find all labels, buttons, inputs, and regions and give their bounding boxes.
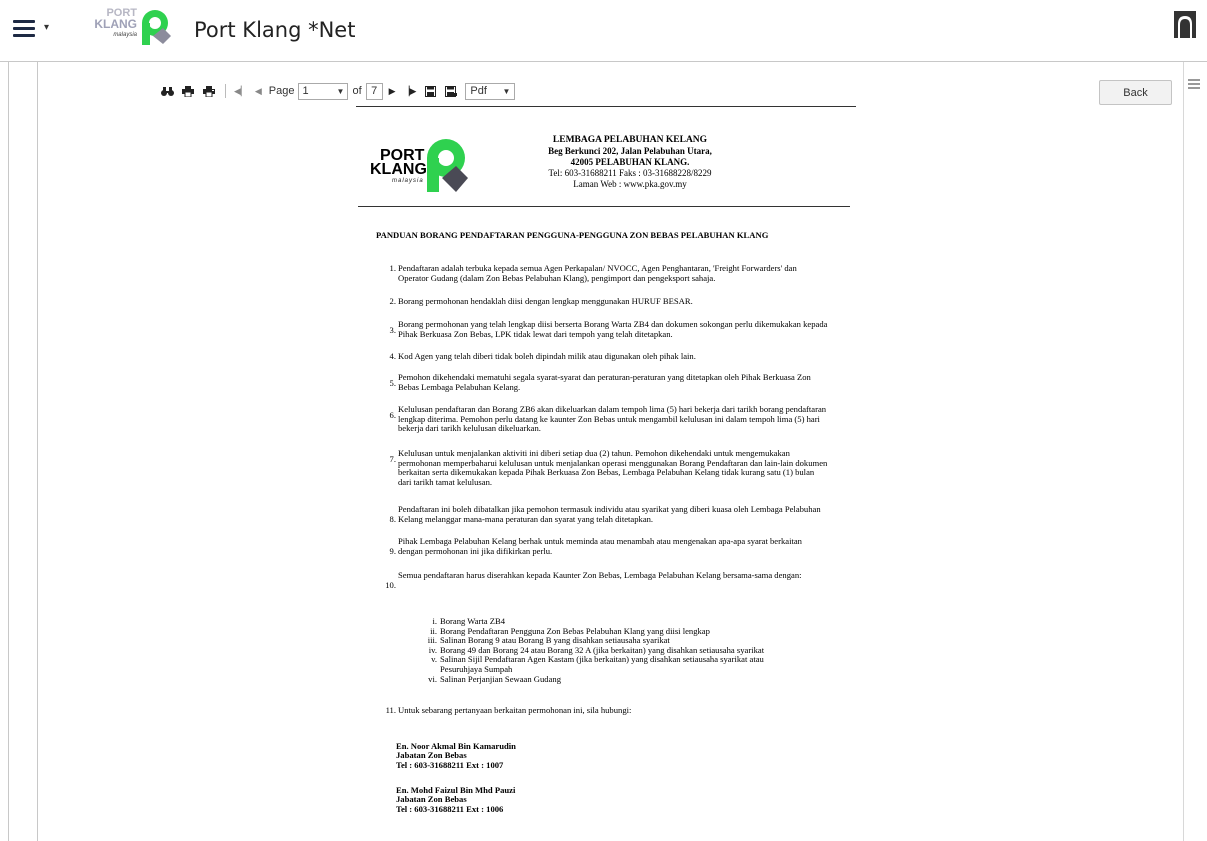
item-text: Borang permohonan yang telah lengkap dii… [398, 319, 828, 339]
contact-block: En. Noor Akmal Bin Kamarudin Jabatan Zon… [396, 741, 516, 770]
dropdown-caret-icon[interactable]: ▾ [44, 22, 49, 33]
total-pages: 7 [365, 82, 383, 100]
content-left-border [8, 62, 9, 841]
sublist-number: i. [432, 616, 437, 626]
item-text: Kod Agen yang telah diberi tidak boleh d… [398, 351, 696, 361]
top-header: ▾ PORT KLANG malaysia Port Klang *Net [0, 0, 1207, 62]
chevron-down-icon: ▼ [502, 86, 511, 96]
item-number: 9. [389, 546, 396, 556]
app-root: ▾ PORT KLANG malaysia Port Klang *Net ◀▏… [0, 0, 1207, 841]
item-number: 2. [389, 296, 396, 306]
letterhead-web: Laman Web : www.pka.gov.my [573, 179, 687, 189]
letterhead-tel: Tel: 603-31688211 Faks : 03-31688228/822… [548, 168, 712, 178]
toolbar-separator [225, 84, 226, 98]
item-number: 1. [389, 263, 396, 273]
last-page-icon[interactable]: ▕▶ [403, 86, 417, 97]
print-icon[interactable] [181, 84, 195, 98]
item-number: 7. [389, 454, 396, 464]
contact-phone: Tel : 603-31688211 Ext : 1007 [396, 759, 504, 770]
save-icon[interactable] [444, 84, 458, 98]
export-format-value: Pdf [470, 85, 487, 97]
sublist-text: Borang Warta ZB4 [440, 616, 506, 626]
export-format-select[interactable]: Pdf ▼ [465, 82, 516, 100]
page-number-select[interactable]: 1 ▼ [298, 82, 349, 100]
contact-block: En. Mohd Faizul Bin Mhd Pauzi Jabatan Zo… [396, 785, 515, 814]
letterhead-address-1: Beg Berkunci 202, Jalan Pelabuhan Utara, [548, 146, 712, 156]
sublist-number: v. [431, 654, 437, 665]
of-label: of [352, 85, 362, 97]
item-text: Pendaftaran adalah terbuka kepada semua … [398, 263, 797, 283]
chevron-down-icon: ▼ [336, 86, 345, 96]
item-text: Pemohon dikehendaki mematuhi segala syar… [398, 372, 811, 392]
sublist-text: Borang Pendaftaran Pengguna Zon Bebas Pe… [440, 625, 710, 636]
side-menu-icon[interactable] [1188, 79, 1200, 89]
print-layout-icon[interactable] [202, 84, 216, 98]
sublist-text: Borang 49 dan Borang 24 atau Borang 32 A… [440, 644, 765, 655]
document-top-rule [356, 106, 856, 107]
sublist: i. Borang Warta ZB4 ii. Borang Pendaftaran… [428, 616, 765, 685]
item-number: 5. [389, 378, 396, 388]
next-page-icon[interactable]: ▶ [389, 86, 396, 97]
item-number: 11. [385, 705, 396, 715]
document-logo: PORT KLANG malaysia [368, 136, 468, 196]
item-text: Semua pendaftaran harus diserahkan kepad… [398, 570, 802, 580]
report-toolbar: ◀▏ ◀ Page 1 ▼ of 7 ▶ ▕▶ Pdf ▼ [160, 81, 516, 101]
item-number: 6. [389, 410, 396, 420]
right-rail-divider [1183, 62, 1184, 841]
back-button[interactable]: Back [1099, 80, 1172, 105]
letterhead-divider [358, 206, 850, 207]
page-label: Page [268, 85, 295, 97]
item-text: Pihak Lembaga Pelabuhan Kelang berhak un… [398, 536, 802, 556]
sublist-text: Salinan Borang 9 atau Borang B yang disa… [440, 635, 670, 646]
document-heading: PANDUAN BORANG PENDAFTARAN PENGGUNA-PENG… [376, 230, 769, 240]
item-number: 4. [389, 351, 396, 361]
item-text: Pendaftaran ini boleh dibatalkan jika pe… [398, 504, 821, 524]
logo-text-klang: KLANG [94, 17, 137, 31]
letterhead-org: LEMBAGA PELABUHAN KELANG [552, 135, 708, 145]
item-text: Borang permohonan hendaklah diisi dengan… [398, 296, 693, 306]
item-text: Kelulusan pendaftaran dan Borang ZB6 aka… [398, 404, 827, 434]
export-icon[interactable] [423, 84, 437, 98]
app-logo: PORT KLANG malaysia [87, 8, 175, 52]
sublist-text: Salinan Sijil Pendaftaran Agen Kastam (j… [440, 654, 764, 665]
app-title: Port Klang *Net [194, 18, 356, 42]
contact-phone: Tel : 603-31688211 Ext : 1006 [396, 803, 504, 814]
content-inner-border [37, 62, 38, 841]
letterhead-address-2: 42005 PELABUHAN KLANG. [570, 157, 690, 167]
item-number: 8. [389, 514, 396, 524]
document-logo-klang: KLANG [370, 161, 427, 178]
sublist-text: Pesuruhjaya Sumpah [440, 663, 513, 674]
sublist-text: Salinan Perjanjian Sewaan Gudang [440, 673, 561, 684]
item-number: 10. [385, 580, 396, 590]
find-binoculars-icon[interactable] [160, 84, 174, 98]
logo-mark-icon [142, 10, 171, 45]
sublist-item: vi. Salinan Perjanjian Sewaan Gudang [428, 673, 764, 685]
page-number-value: 1 [302, 85, 309, 97]
item-text: Untuk sebarang pertanyaan berkaitan perm… [398, 705, 632, 715]
hamburger-menu-icon[interactable] [13, 20, 35, 38]
document-logo-mark-icon [427, 139, 468, 192]
document-letterhead: LEMBAGA PELABUHAN KELANG Beg Berkunci 20… [520, 135, 740, 190]
item-text: Kelulusan untuk menjalankan aktiviti ini… [398, 448, 828, 487]
first-page-icon[interactable]: ◀▏ [234, 86, 248, 97]
document-logo-malaysia: malaysia [392, 178, 424, 184]
item-number: 3. [389, 325, 396, 335]
sublist-number: vi. [428, 673, 437, 684]
user-profile-icon[interactable] [1173, 10, 1197, 38]
previous-page-icon[interactable]: ◀ [255, 86, 262, 97]
logo-text-malaysia: malaysia [113, 32, 137, 38]
